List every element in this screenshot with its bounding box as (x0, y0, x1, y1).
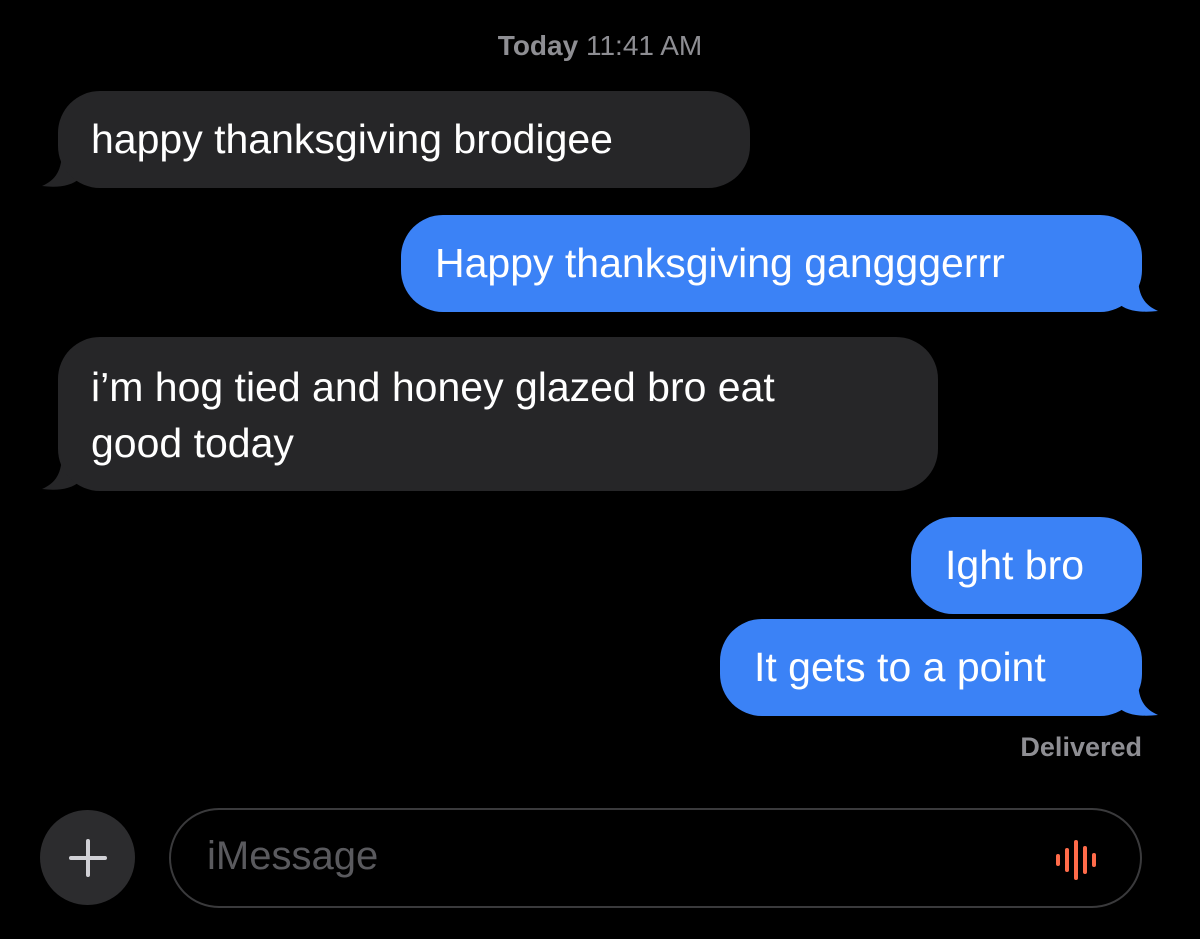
message-text: It gets to a point (754, 644, 1046, 690)
message-bubble-sent[interactable]: Happy thanksgiving gangggerrr (401, 215, 1142, 312)
message-text-line: good today (91, 420, 294, 466)
message-bubble-sent[interactable]: Ight bro (911, 517, 1142, 614)
plus-icon (68, 838, 107, 877)
audio-waveform-icon[interactable] (1054, 840, 1104, 880)
timestamp-time: 11:41 AM (585, 30, 703, 61)
message-text-line: i’m hog tied and honey glazed bro eat (91, 364, 775, 410)
add-attachment-button[interactable] (40, 810, 135, 905)
message-bubble-sent[interactable]: It gets to a point (720, 619, 1142, 716)
conversation-screen: Today 11:41 AM happy thanksgiving brodig… (0, 0, 1200, 939)
message-text: Ight bro (945, 542, 1085, 588)
message-text: happy thanksgiving brodigee (91, 116, 613, 162)
message-input-placeholder: iMessage (207, 834, 379, 878)
timestamp-day: Today (497, 30, 579, 61)
message-input[interactable]: iMessage (169, 808, 1142, 908)
delivery-status: Delivered (1020, 732, 1142, 762)
message-bubble-received[interactable]: i’m hog tied and honey glazed bro eat go… (58, 337, 938, 491)
message-bubble-received[interactable]: happy thanksgiving brodigee (58, 91, 750, 188)
message-timestamp: Today 11:41 AM (0, 30, 1200, 62)
message-text: Happy thanksgiving gangggerrr (435, 240, 1005, 286)
